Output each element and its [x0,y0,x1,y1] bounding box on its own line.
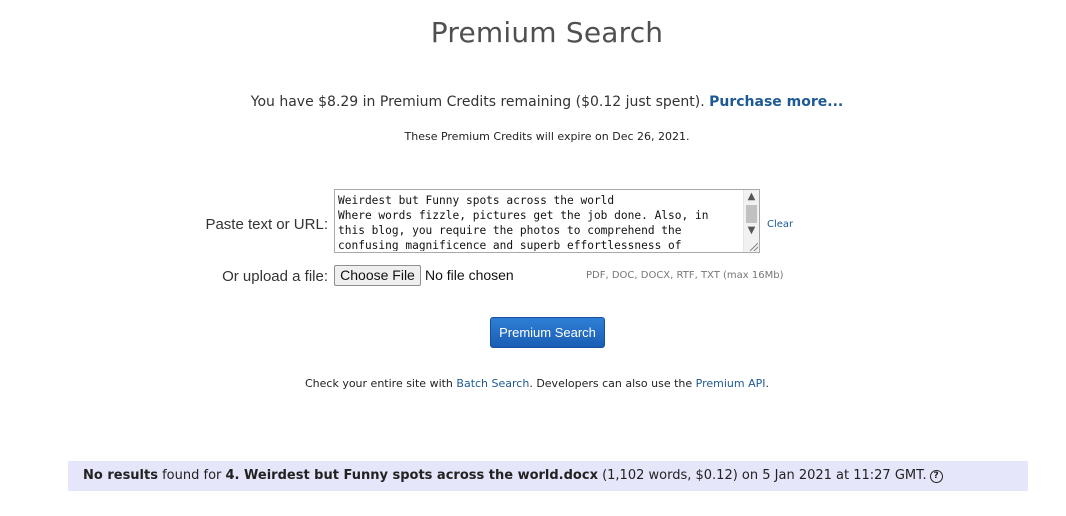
page-title: Premium Search [430,16,664,49]
paste-text-label: Paste text or URL: [205,216,328,233]
scroll-up-icon[interactable]: ▲ [744,190,759,204]
text-input-area[interactable]: Weirdest but Funny spots across the worl… [334,189,760,253]
credits-expiry: These Premium Credits will expire on Dec… [404,130,690,143]
result-banner: No results found for 4. Weirdest but Fun… [68,461,1028,491]
question-circle-icon[interactable]: ? [929,470,943,483]
result-details: (1,102 words, $0.12) on 5 Jan 2021 at 11… [597,468,927,483]
found-for-text: found for [157,468,226,483]
no-file-chosen-text: No file chosen [425,267,514,283]
scroll-thumb[interactable] [746,205,757,223]
file-types-hint: PDF, DOC, DOCX, RTF, TXT (max 16Mb) [586,270,784,281]
credits-text: You have $8.29 in Premium Credits remain… [250,94,705,110]
result-text: No results found for 4. Weirdest but Fun… [83,468,943,483]
result-filename: 4. Weirdest but Funny spots across the w… [225,468,598,483]
batch-note-middle: . Developers can also use the [529,377,696,390]
batch-note-prefix: Check your entire site with [304,377,457,390]
premium-api-link[interactable]: Premium API [696,377,766,390]
clear-link[interactable]: Clear [767,219,793,230]
no-results-label: No results [83,468,158,483]
resize-grip-icon[interactable] [750,243,758,251]
batch-search-link[interactable]: Batch Search [456,377,529,390]
choose-file-button[interactable]: Choose File [334,265,421,286]
premium-search-button[interactable]: Premium Search [490,317,605,348]
text-input-value[interactable]: Weirdest but Funny spots across the worl… [338,193,738,251]
batch-note-suffix: . [765,377,770,390]
credits-line: You have $8.29 in Premium Credits remain… [0,94,1066,110]
purchase-more-link[interactable]: Purchase more... [709,94,843,110]
scroll-down-icon[interactable]: ▼ [744,224,759,238]
upload-file-label: Or upload a file: [222,268,328,285]
batch-search-note: Check your entire site with Batch Search… [0,377,1066,390]
